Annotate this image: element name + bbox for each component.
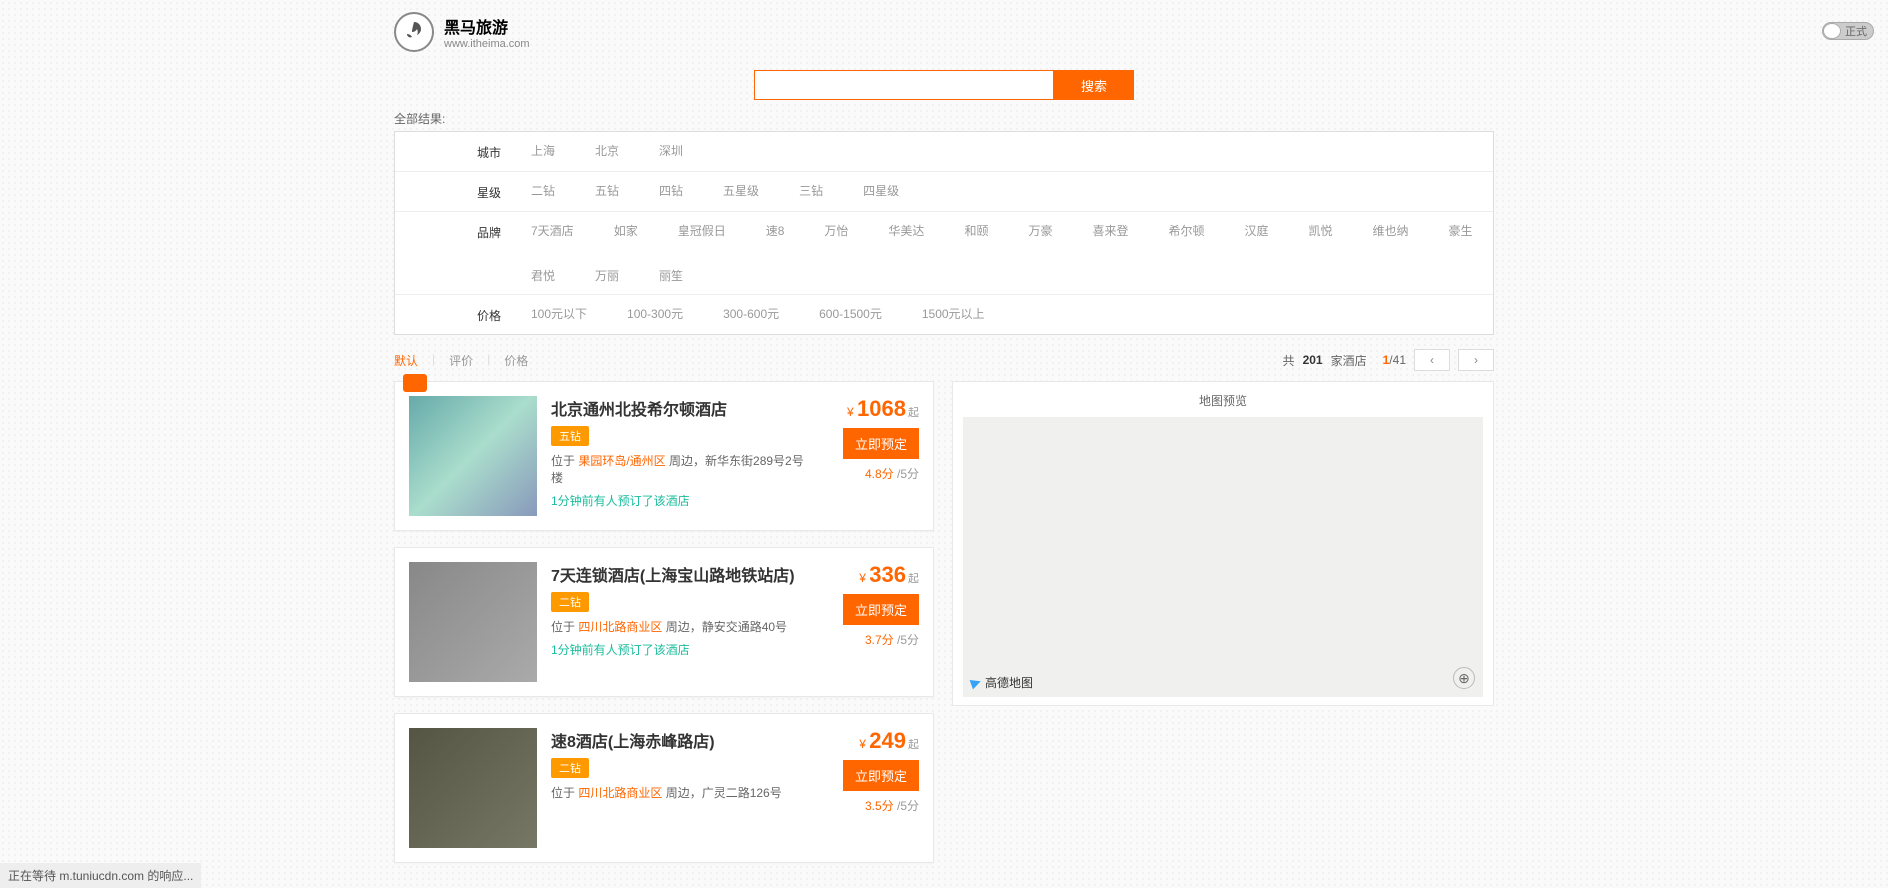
filter-option[interactable]: 豪生 xyxy=(1449,222,1473,239)
filter-option[interactable]: 四星级 xyxy=(863,182,899,199)
hotel-location: 位于 四川北路商业区 周边，静安交通路40号 xyxy=(551,618,813,635)
map-panel: 地图预览 高德地图 ⊕ xyxy=(952,381,1494,706)
map-provider: 高德地图 xyxy=(971,674,1033,691)
hotel-price: ¥ 1068起 xyxy=(847,396,919,422)
filter-option[interactable]: 万丽 xyxy=(595,267,619,284)
map-title: 地图预览 xyxy=(963,392,1483,409)
hotel-thumb xyxy=(409,562,537,682)
total-suffix: 家酒店 xyxy=(1331,352,1367,369)
filter-option[interactable]: 北京 xyxy=(595,142,619,159)
filter-option[interactable]: 1500元以上 xyxy=(922,305,985,322)
hotel-card: 速8酒店(上海赤峰路店) 二钻 位于 四川北路商业区 周边，广灵二路126号 ¥… xyxy=(394,713,934,863)
sort-tab[interactable]: 默认 xyxy=(394,352,418,369)
hotel-location: 位于 果园环岛/通州区 周边，新华东街289号2号楼 xyxy=(551,452,813,486)
results-label: 全部结果: xyxy=(394,110,1494,127)
toggle-knob xyxy=(1823,23,1841,39)
crosshair-icon: ⊕ xyxy=(1458,670,1470,687)
hotel-thumb xyxy=(409,728,537,848)
filter-label-city: 城市 xyxy=(411,142,531,161)
hotel-score: 4.8分 /5分 xyxy=(865,465,919,482)
filter-option[interactable]: 和颐 xyxy=(964,222,988,239)
filter-option[interactable]: 丽笙 xyxy=(659,267,683,284)
pager-prev[interactable]: ‹ xyxy=(1414,349,1450,371)
book-button[interactable]: 立即预定 xyxy=(843,594,919,625)
hotel-price: ¥ 249起 xyxy=(859,728,919,754)
pager-next[interactable]: › xyxy=(1458,349,1494,371)
hotel-location: 位于 四川北路商业区 周边，广灵二路126号 xyxy=(551,784,813,801)
filter-option[interactable]: 7天酒店 xyxy=(531,222,574,239)
filter-option[interactable]: 君悦 xyxy=(531,267,555,284)
filter-option[interactable]: 五钻 xyxy=(595,182,619,199)
hotel-card: 北京通州北投希尔顿酒店 五钻 位于 果园环岛/通州区 周边，新华东街289号2号… xyxy=(394,381,934,531)
filter-option[interactable]: 四钻 xyxy=(659,182,683,199)
filter-option[interactable]: 凯悦 xyxy=(1309,222,1333,239)
filter-label-star: 星级 xyxy=(411,182,531,201)
hotel-score: 3.5分 /5分 xyxy=(865,797,919,814)
locate-button[interactable]: ⊕ xyxy=(1453,667,1475,689)
filter-panel: 城市 上海 北京 深圳 星级 二钻 五钻 四钻 五星级 三钻 四星级 品牌 7天酒店 如家 皇冠假… xyxy=(394,131,1494,335)
total-prefix: 共 xyxy=(1283,352,1295,369)
filter-option[interactable]: 深圳 xyxy=(659,142,683,159)
book-button[interactable]: 立即预定 xyxy=(843,760,919,791)
hotel-score: 3.7分 /5分 xyxy=(865,631,919,648)
filter-option[interactable]: 100元以下 xyxy=(531,305,587,322)
search-button[interactable]: 搜索 xyxy=(1054,70,1134,100)
chevron-left-icon: ‹ xyxy=(1430,353,1434,367)
star-badge: 五钻 xyxy=(551,426,589,446)
filter-option[interactable]: 万怡 xyxy=(824,222,848,239)
filter-option[interactable]: 如家 xyxy=(614,222,638,239)
filter-option[interactable]: 汉庭 xyxy=(1245,222,1269,239)
star-badge: 二钻 xyxy=(551,592,589,612)
search-input[interactable] xyxy=(754,70,1054,100)
hotel-name[interactable]: 7天连锁酒店(上海宝山路地铁站店) xyxy=(551,562,813,586)
logo-icon xyxy=(394,12,434,52)
filter-option[interactable]: 三钻 xyxy=(799,182,823,199)
hotel-name[interactable]: 北京通州北投希尔顿酒店 xyxy=(551,396,813,420)
filter-option[interactable]: 300-600元 xyxy=(723,305,779,322)
map-logo-text: 高德地图 xyxy=(985,674,1033,691)
site-header: 黑马旅游 www.itheima.com xyxy=(394,0,1494,64)
map-logo-icon xyxy=(970,676,983,689)
filter-option[interactable]: 上海 xyxy=(531,142,555,159)
search-box: 搜索 xyxy=(754,70,1134,100)
filter-option[interactable]: 600-1500元 xyxy=(819,305,882,322)
sort-tab[interactable]: 评价 xyxy=(449,352,473,369)
recent-booking: 1分钟前有人预订了该酒店 xyxy=(551,492,813,509)
sort-bar: 默认|评价|价格 共 201 家酒店 1/41 ‹ › xyxy=(394,349,1494,371)
hotel-price: ¥ 336起 xyxy=(859,562,919,588)
filter-option[interactable]: 维也纳 xyxy=(1373,222,1409,239)
filter-option[interactable]: 华美达 xyxy=(888,222,924,239)
toggle-label: 正式 xyxy=(1845,23,1867,39)
mode-toggle[interactable]: 正式 xyxy=(1822,22,1874,40)
filter-label-brand: 品牌 xyxy=(411,222,531,241)
map-canvas[interactable]: 高德地图 ⊕ xyxy=(963,417,1483,697)
site-subtitle: www.itheima.com xyxy=(444,38,530,50)
site-title: 黑马旅游 xyxy=(444,14,530,38)
filter-option[interactable]: 万豪 xyxy=(1028,222,1052,239)
sort-tab[interactable]: 价格 xyxy=(504,352,528,369)
filter-option[interactable]: 100-300元 xyxy=(627,305,683,322)
chevron-right-icon: › xyxy=(1474,353,1478,367)
browser-status: 正在等待 m.tuniucdn.com 的响应... xyxy=(0,863,201,888)
filter-label-price: 价格 xyxy=(411,305,531,324)
star-badge: 二钻 xyxy=(551,758,589,778)
page-total: 41 xyxy=(1393,353,1406,367)
filter-option[interactable]: 希尔顿 xyxy=(1168,222,1204,239)
filter-option[interactable]: 二钻 xyxy=(531,182,555,199)
recent-booking: 1分钟前有人预订了该酒店 xyxy=(551,641,813,658)
filter-option[interactable]: 喜来登 xyxy=(1092,222,1128,239)
hotel-card: 7天连锁酒店(上海宝山路地铁站店) 二钻 位于 四川北路商业区 周边，静安交通路… xyxy=(394,547,934,697)
hotel-name[interactable]: 速8酒店(上海赤峰路店) xyxy=(551,728,813,752)
filter-option[interactable]: 五星级 xyxy=(723,182,759,199)
filter-option[interactable]: 速8 xyxy=(766,222,785,239)
book-button[interactable]: 立即预定 xyxy=(843,428,919,459)
hotel-thumb xyxy=(409,396,537,516)
total-count: 201 xyxy=(1303,353,1323,367)
filter-option[interactable]: 皇冠假日 xyxy=(678,222,726,239)
